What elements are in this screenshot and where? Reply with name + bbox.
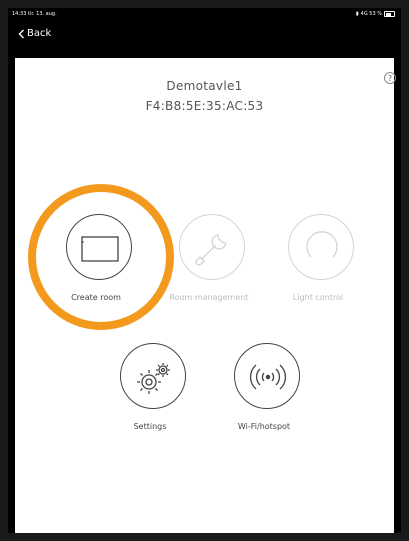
light-control-button[interactable]: Light control bbox=[288, 214, 354, 314]
room-management-button[interactable]: Room management bbox=[170, 214, 248, 314]
signal-icon: ▮ bbox=[355, 11, 359, 17]
wifi-hotspot-button[interactable]: Wi-Fi/hotspot bbox=[234, 343, 300, 443]
status-indicators: ▮ 4G 53 % bbox=[356, 11, 395, 17]
wrench-icon bbox=[179, 214, 245, 280]
dial-icon bbox=[288, 214, 354, 280]
status-time: 14:33 tir. 13. aug. bbox=[12, 11, 57, 17]
status-bar: 14:33 tir. 13. aug. ▮ 4G 53 % bbox=[8, 8, 401, 20]
gear-icon bbox=[120, 343, 186, 409]
highlight-ring bbox=[28, 184, 174, 330]
device-name: Demotavle1 bbox=[166, 79, 243, 93]
settings-label: Settings bbox=[133, 422, 167, 431]
room-management-label: Room management bbox=[169, 293, 249, 302]
settings-button[interactable]: Settings bbox=[120, 343, 186, 443]
wifi-hotspot-icon bbox=[234, 343, 300, 409]
app-frame: 14:33 tir. 13. aug. ▮ 4G 53 % Back Admin… bbox=[8, 8, 401, 533]
network-label: 4G 53 % bbox=[360, 11, 382, 17]
page-title: Administrator bbox=[159, 28, 250, 43]
light-control-label: Light control bbox=[292, 293, 344, 302]
battery-icon bbox=[384, 11, 395, 17]
device-mac-address: F4:B8:5E:35:AC:53 bbox=[145, 99, 264, 113]
wifi-hotspot-label: Wi-Fi/hotspot bbox=[237, 422, 291, 431]
